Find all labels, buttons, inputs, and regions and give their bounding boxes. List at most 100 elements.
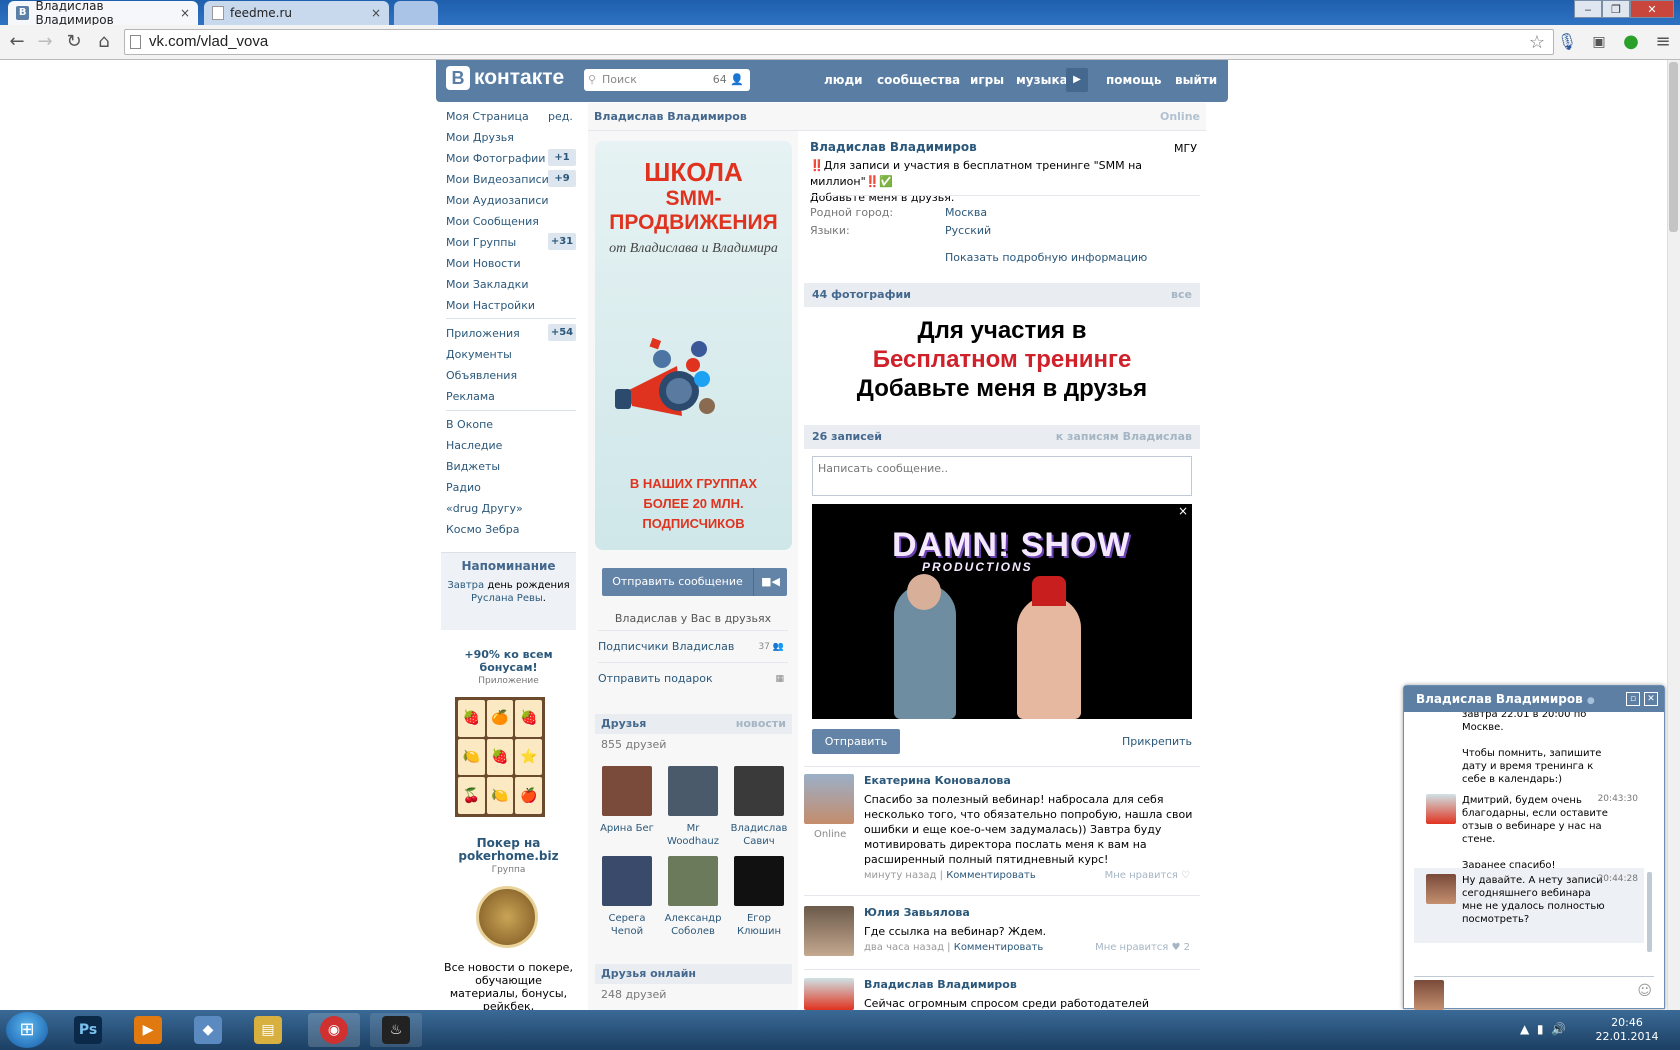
friends-news-link[interactable]: новости	[736, 714, 786, 734]
remove-attachment-icon[interactable]: ×	[1178, 504, 1188, 518]
friend-item[interactable]: Mr Woodhauz	[662, 766, 724, 848]
ad-title[interactable]: Покер на pokerhome.biz	[441, 837, 576, 863]
menu-my-photos[interactable]: Мои Фотографии	[446, 152, 545, 165]
post-avatar[interactable]	[804, 906, 854, 956]
chat-close-icon[interactable]: ✕	[1644, 692, 1658, 706]
nav-games[interactable]: игры	[970, 73, 1004, 87]
menu-count-badge[interactable]: +9	[548, 170, 576, 187]
photo-preview[interactable]: Для участия в Бесплатном тренинге Добавь…	[804, 308, 1200, 418]
nav-music[interactable]: музыка	[1016, 73, 1068, 87]
poker-logo-image[interactable]	[476, 886, 538, 948]
wall-posts-link[interactable]: к записям Владислав	[1056, 425, 1192, 449]
extension-icon[interactable]: ▣	[1588, 31, 1610, 53]
taskbar-app[interactable]: ◆	[182, 1013, 234, 1047]
like-button[interactable]: Мне нравится ♥ 2	[1095, 942, 1190, 953]
menu-documents[interactable]: Документы	[446, 348, 512, 361]
menu-count-badge[interactable]: +54	[548, 324, 576, 341]
like-button[interactable]: Мне нравится ♡	[1105, 870, 1190, 881]
chat-avatar[interactable]	[1426, 874, 1456, 904]
close-tab-icon[interactable]: ×	[371, 6, 381, 20]
menu-edit-link[interactable]: ред.	[548, 110, 573, 123]
menu-my-videos[interactable]: Мои Видеозаписи	[446, 173, 549, 186]
menu-my-news[interactable]: Мои Новости	[446, 257, 521, 270]
close-window-button[interactable]: ✕	[1630, 0, 1674, 18]
menu-my-bookmarks[interactable]: Мои Закладки	[446, 278, 528, 291]
post-author[interactable]: Владислав Владимиров	[864, 978, 1017, 991]
menu-apps[interactable]: Приложения	[446, 327, 520, 340]
show-more-info-link[interactable]: Показать подробную информацию	[945, 251, 1147, 264]
nav-logout[interactable]: выйти	[1175, 73, 1217, 87]
menu-count-badge[interactable]: +1	[548, 149, 576, 166]
new-tab-button[interactable]	[394, 1, 438, 25]
chat-minimize-icon[interactable]: ▫	[1626, 692, 1640, 706]
post-author[interactable]: Екатерина Коновалова	[864, 774, 1011, 787]
maximize-button[interactable]: ❐	[1602, 0, 1630, 18]
smile-icon[interactable]: ☺	[1637, 983, 1652, 999]
menu-icon[interactable]: ≡	[1652, 31, 1674, 53]
attach-link[interactable]: Прикрепить	[1122, 735, 1192, 748]
play-icon[interactable]: ▶	[1066, 68, 1088, 92]
address-bar[interactable]: vk.com/vlad_vova ☆	[124, 29, 1554, 55]
hangouts-icon[interactable]: ●	[1620, 31, 1642, 53]
menu-my-messages[interactable]: Мои Сообщения	[446, 215, 539, 228]
wall-post-input[interactable]: Написать сообщение..	[812, 456, 1192, 496]
video-attachment[interactable]: DAMN! SHOW PRODUCTIONS ×	[812, 504, 1192, 719]
friend-item[interactable]: Арина Бег	[596, 766, 658, 848]
nav-help[interactable]: помощь	[1106, 73, 1161, 87]
nav-people[interactable]: люди	[824, 73, 863, 87]
friend-item[interactable]: Владислав Савич	[728, 766, 790, 848]
comment-link[interactable]: Комментировать	[946, 870, 1036, 881]
comment-link[interactable]: Комментировать	[954, 942, 1044, 953]
reload-icon[interactable]: ↻	[63, 31, 85, 53]
photos-header[interactable]: 44 фотографии все	[804, 283, 1200, 307]
system-tray[interactable]: ▲ ▮ 🔊	[1520, 1022, 1566, 1036]
clock[interactable]: 20:46 22.01.2014	[1594, 1016, 1660, 1044]
field-value[interactable]: Русский	[945, 224, 991, 237]
menu-my-groups[interactable]: Мои Группы	[446, 236, 516, 249]
menu-count-badge[interactable]: +31	[548, 233, 576, 250]
home-icon[interactable]: ⌂	[93, 31, 115, 53]
profile-photo-banner[interactable]: ШКОЛА SMM-ПРОДВИЖЕНИЯ от Владислава и Вл…	[595, 141, 792, 550]
menu-app-link[interactable]: Радио	[446, 481, 481, 494]
menu-app-link[interactable]: В Окопе	[446, 418, 493, 431]
taskbar-photoshop[interactable]: Ps	[62, 1013, 114, 1047]
microphone-icon[interactable]: 🎙	[1556, 31, 1578, 53]
scrollbar-thumb[interactable]	[1669, 62, 1678, 232]
search-input[interactable]: ⚲ Поиск 64 👤	[584, 69, 750, 91]
chat-scrollbar[interactable]	[1647, 872, 1652, 952]
page-header-name[interactable]: Владислав Владимиров	[594, 110, 747, 123]
chat-header[interactable]: Владислав Владимиров ● ▫ ✕	[1404, 686, 1664, 712]
tab-feedme[interactable]: feedme.ru ×	[204, 1, 389, 25]
post-author[interactable]: Юлия Завьялова	[864, 906, 970, 919]
friends-header[interactable]: Друзья новости	[595, 714, 792, 734]
minimize-button[interactable]: ‒	[1574, 0, 1602, 18]
slot-machine-image[interactable]: 🍓 🍊 🍓 🍋 🍓 ⭐ 🍒 🍋 🍎	[455, 697, 545, 817]
menu-my-settings[interactable]: Мои Настройки	[446, 299, 535, 312]
subscribers-link[interactable]: Подписчики Владислав 37 👥	[598, 630, 788, 662]
ad-title[interactable]: +90% ко всем бонусам!	[441, 648, 576, 674]
send-message-button[interactable]: Отправить сообщение ■◀	[602, 568, 787, 596]
friend-item[interactable]: Егор Клюшин	[728, 856, 790, 938]
wall-header[interactable]: 26 записей к записям Владислав	[804, 425, 1200, 449]
friend-item[interactable]: Серега Чепой	[596, 856, 658, 938]
menu-ads[interactable]: Объявления	[446, 369, 517, 382]
menu-my-page[interactable]: Моя Страница	[446, 110, 529, 123]
menu-my-audio[interactable]: Мои Аудиозаписи	[446, 194, 549, 207]
menu-app-link[interactable]: Космо Зебра	[446, 523, 519, 536]
send-post-button[interactable]: Отправить	[812, 729, 900, 754]
friend-item[interactable]: Александр Соболев	[662, 856, 724, 938]
friends-online-header[interactable]: Друзья онлайн	[595, 964, 792, 984]
field-value[interactable]: Москва	[945, 206, 987, 219]
post-avatar[interactable]	[804, 978, 854, 1010]
close-tab-icon[interactable]: ×	[180, 6, 190, 20]
back-icon[interactable]: ←	[6, 31, 28, 53]
tab-vk[interactable]: B Владислав Владимиров ×	[8, 0, 198, 27]
post-avatar[interactable]	[804, 774, 854, 824]
send-gift-link[interactable]: Отправить подарок ▦	[598, 662, 788, 694]
chat-avatar[interactable]	[1426, 794, 1456, 824]
ad-bonus[interactable]: +90% ко всем бонусам! Приложение	[441, 648, 576, 686]
taskbar-media-player[interactable]: ▶	[122, 1013, 174, 1047]
taskbar-explorer[interactable]: ▤	[242, 1013, 294, 1047]
forward-icon[interactable]: →	[34, 31, 56, 53]
start-button[interactable]: ⊞	[6, 1012, 48, 1048]
